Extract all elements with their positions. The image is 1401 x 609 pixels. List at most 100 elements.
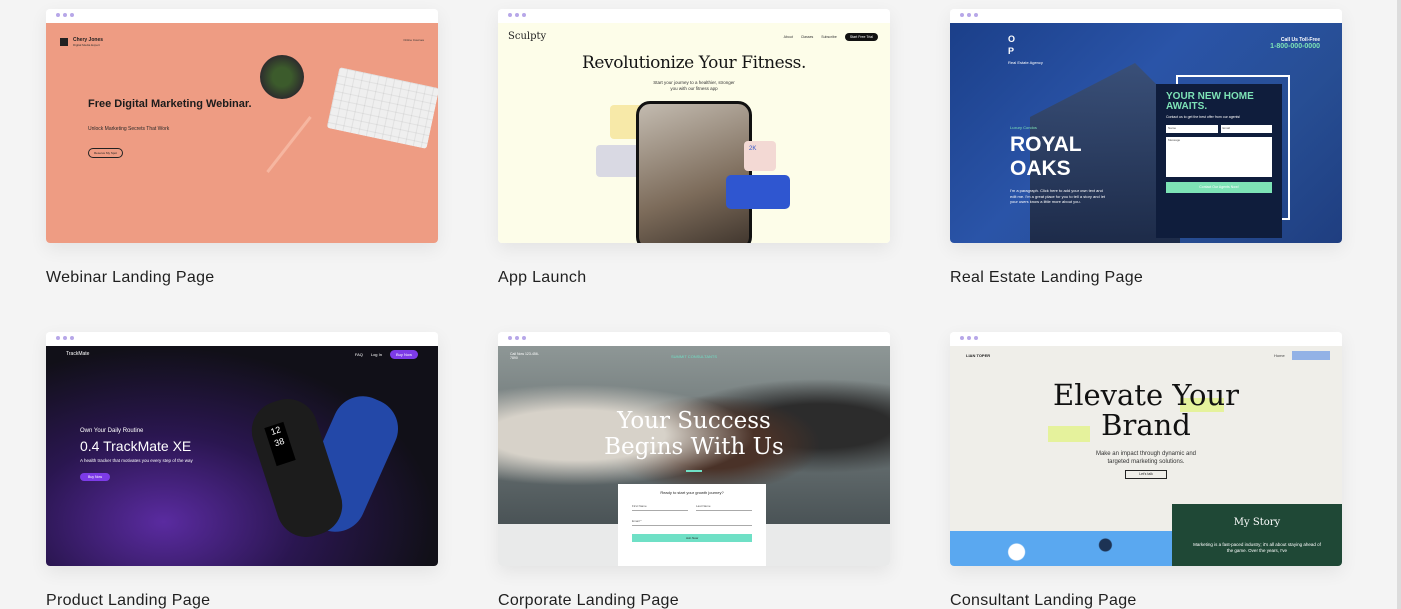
preview-screenshot: LIAN TOPER Home Elevate Your Brand Make … [950,346,1342,566]
preview-nav: Home [1274,353,1285,358]
preview-subtitle: Make an impact through dynamic and targe… [1095,451,1197,465]
browser-bar [498,332,890,346]
preview-screenshot: TrackMate FAQ Log In Buy Now 12 38 Own Y… [46,346,438,566]
doodle-illustration [950,531,1172,566]
preview-button: Let's talk [1125,470,1167,479]
preview-nav-item: Classes [800,35,814,39]
plant-illustration [260,55,304,99]
template-caption[interactable]: Product Landing Page [46,592,438,609]
preview-story: My Story Marketing is a fast-paced indus… [1172,504,1342,566]
keyboard-illustration [326,67,438,149]
preview-logo: LIAN TOPER [966,353,991,358]
preview-screenshot: O P Real Estate Agency Call Us Toll-Free… [950,23,1342,243]
preview-nav-item: FAQ [354,352,363,357]
browser-dots-icon [508,13,526,17]
preview-subtitle: A health tracker that motivates you ever… [80,458,193,463]
preview-form-button: Join Now [632,534,752,542]
preview-title: Free Digital Marketing Webinar. [88,98,252,110]
preview-agency: Real Estate Agency [1008,60,1043,65]
preview-paragraph: I'm a paragraph. Click here to add your … [1010,188,1106,204]
preview-logo: SUMMIT CONSULTANTS [670,354,717,359]
preview-form-button: Contact Our Agents Now! [1166,182,1272,193]
preview-screenshot: Chery Jones Digital Media Expert Online C… [46,23,438,243]
preview-form-title: YOUR NEW HOME AWAITS. [1166,91,1254,112]
preview-field-name: Name [1166,125,1218,133]
preview-brand-tag: Digital Media Expert [73,43,100,47]
preview-field-message: Message [1166,137,1272,177]
preview-nav: Online Courses [403,38,424,42]
preview-nav: FAQ Log In Buy Now [355,350,418,359]
preview-title: 0.4 TrackMate XE [80,438,192,454]
preview-kicker: Luxury Condos [1010,125,1037,130]
preview-form-text: Contact us to get the best offer from ou… [1166,115,1241,119]
preview-title: ROYAL OAKS [1010,133,1082,180]
template-card-webinar[interactable]: Chery Jones Digital Media Expert Online C… [46,9,438,287]
preview-subtitle: Start your journey to a healthier, stron… [653,80,735,91]
template-preview[interactable]: Sculpty About Classes Subscribe Start Fr… [498,9,890,243]
preview-story-text: Marketing is a fast-paced industry; it's… [1193,542,1321,553]
preview-logo: O P [1008,34,1016,56]
preview-title: Your Success Begins With Us [604,408,784,460]
preview-kicker: Own Your Daily Routine [80,428,144,434]
preview-form: YOUR NEW HOME AWAITS. Contact us to get … [1156,84,1282,238]
preview-phone: 1-800-000-0000 [1270,43,1320,50]
template-caption[interactable]: Consultant Landing Page [950,592,1342,609]
scrollbar-track[interactable] [1397,0,1401,609]
preview-nav: About Classes Subscribe Start Free Trial [784,33,878,41]
browser-dots-icon [960,13,978,17]
template-caption[interactable]: Real Estate Landing Page [950,269,1342,287]
brand-logo-icon [60,38,68,46]
preview-subtitle: Unlock Marketing Secrets That Work [88,126,170,132]
preview-title: Elevate Your Brand [1053,378,1239,442]
preview-field-first: First Name [632,504,688,511]
template-preview[interactable]: Chery Jones Digital Media Expert Online C… [46,9,438,243]
preview-nav-item: Subscribe [821,35,837,39]
social-icons [1292,351,1330,360]
template-preview[interactable]: O P Real Estate Agency Call Us Toll-Free… [950,9,1342,243]
browser-bar [950,332,1342,346]
browser-bar [950,9,1342,23]
title-underline [686,470,702,472]
template-caption[interactable]: Webinar Landing Page [46,269,438,287]
template-card-consultant[interactable]: LIAN TOPER Home Elevate Your Brand Make … [950,332,1342,609]
template-card-product[interactable]: TrackMate FAQ Log In Buy Now 12 38 Own Y… [46,332,438,609]
browser-bar [46,332,438,346]
preview-screenshot: Sculpty About Classes Subscribe Start Fr… [498,23,890,243]
template-card-real-estate[interactable]: O P Real Estate Agency Call Us Toll-Free… [950,9,1342,287]
preview-title: Revolutionize Your Fitness. [582,53,806,73]
browser-bar [498,9,890,23]
browser-dots-icon [56,336,74,340]
preview-button: Buy Now [80,473,111,481]
template-card-corporate[interactable]: Call Now 123-456-7890 SUMMIT CONSULTANTS… [498,332,890,609]
pencil-illustration [266,115,312,174]
progress-tile-icon [726,175,790,209]
browser-dots-icon [960,336,978,340]
preview-nav-button: Buy Now [389,350,418,359]
preview-field-last: Last Name [696,504,752,511]
preview-logo: Sculpty [508,31,547,42]
preview-brand: Chery Jones Digital Media Expert [60,37,103,47]
template-caption[interactable]: Corporate Landing Page [498,592,890,609]
preview-button: Reserve My Spot [88,148,124,158]
preview-story-title: My Story [1233,517,1281,528]
preview-nav-item: Log In [370,352,382,357]
browser-dots-icon [508,336,526,340]
template-caption[interactable]: App Launch [498,269,890,287]
preview-field-email: Email * [632,519,752,526]
stat-tile: 2K [744,141,776,171]
preview-nav-button: Start Free Trial [844,33,878,41]
template-preview[interactable]: Call Now 123-456-7890 SUMMIT CONSULTANTS… [498,332,890,566]
template-preview[interactable]: TrackMate FAQ Log In Buy Now 12 38 Own Y… [46,332,438,566]
preview-field-email: Email [1220,125,1272,133]
browser-dots-icon [56,13,74,17]
browser-bar [46,9,438,23]
preview-form-prompt: Ready to start your growth journey? [660,490,724,495]
preview-logo: TrackMate [66,351,90,357]
template-card-app-launch[interactable]: Sculpty About Classes Subscribe Start Fr… [498,9,890,287]
preview-call: Call Us Toll-Free 1-800-000-0000 [1270,37,1320,50]
preview-form: Ready to start your growth journey? Firs… [618,484,766,566]
template-preview[interactable]: LIAN TOPER Home Elevate Your Brand Make … [950,332,1342,566]
preview-nav-item: About [783,35,793,39]
preview-screenshot: Call Now 123-456-7890 SUMMIT CONSULTANTS… [498,346,890,566]
phone-illustration [636,101,752,243]
